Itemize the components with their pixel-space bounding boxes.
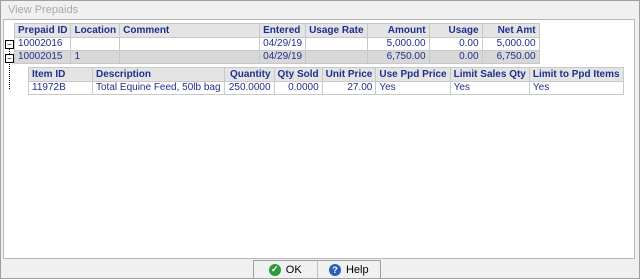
column-header-usage-rate[interactable]: Usage Rate	[305, 23, 368, 38]
cell-comment	[119, 50, 261, 64]
column-header-prepaid-id[interactable]: Prepaid ID	[13, 23, 72, 38]
column-header-quantity[interactable]: Quantity	[223, 67, 275, 82]
ok-button-label: OK	[285, 263, 302, 276]
title-bar: View Prepaids	[1, 1, 639, 19]
tree-connector	[9, 61, 10, 89]
cell-unit-price: 27.00	[321, 81, 377, 95]
table-header-row: Item ID Description Quantity Qty Sold Un…	[28, 67, 624, 82]
cell-prepaid-id: 10002015	[13, 50, 72, 64]
cell-net-amt: 6,750.00	[481, 50, 540, 64]
column-header-location[interactable]: Location	[70, 23, 121, 38]
cell-usage: 0.00	[428, 37, 483, 51]
help-button-label: Help	[345, 263, 369, 276]
cell-usage: 0.00	[428, 50, 483, 64]
expand-collapse-icon[interactable]: −	[5, 54, 14, 63]
table-row[interactable]: 10002015 1 04/29/19 6,750.00 0.00 6,750.…	[13, 50, 540, 64]
cell-qty-sold: 0.0000	[273, 81, 323, 95]
cell-limit-sales-qty: Yes	[449, 81, 530, 95]
cell-prepaid-id: 10002016	[13, 37, 72, 51]
column-header-amount[interactable]: Amount	[366, 23, 430, 38]
column-header-unit-price[interactable]: Unit Price	[321, 67, 377, 82]
cell-description: Total Equine Feed, 50lb bag	[92, 81, 225, 95]
cell-comment	[119, 37, 261, 51]
column-header-limit-to-ppd-items[interactable]: Limit to Ppd Items	[528, 67, 624, 82]
check-icon: ✓	[268, 263, 281, 276]
cell-location: 1	[70, 50, 121, 64]
prepaids-table: Prepaid ID Location Comment Entered Usag…	[13, 23, 540, 64]
cell-entered: 04/29/19	[259, 37, 307, 51]
column-header-entered[interactable]: Entered	[259, 23, 307, 38]
column-header-limit-sales-qty[interactable]: Limit Sales Qty	[449, 67, 530, 82]
cell-item-id: 11972B	[28, 81, 93, 95]
column-header-qty-sold[interactable]: Qty Sold	[273, 67, 323, 82]
prepaid-items-table: Item ID Description Quantity Qty Sold Un…	[28, 67, 624, 95]
expand-collapse-icon[interactable]: −	[5, 40, 14, 49]
column-header-usage[interactable]: Usage	[428, 23, 483, 38]
ok-button[interactable]: ✓ OK	[254, 261, 318, 278]
cell-amount: 6,750.00	[366, 50, 430, 64]
column-header-description[interactable]: Description	[92, 67, 225, 82]
table-row[interactable]: 11972B Total Equine Feed, 50lb bag 250.0…	[28, 81, 624, 95]
cell-location	[70, 37, 121, 51]
cell-amount: 5,000.00	[366, 37, 430, 51]
column-header-comment[interactable]: Comment	[119, 23, 261, 38]
column-header-item-id[interactable]: Item ID	[28, 67, 93, 82]
view-prepaids-window: View Prepaids − − Prepaid ID Location Co…	[0, 0, 640, 279]
help-button[interactable]: ? Help	[318, 261, 381, 278]
table-row[interactable]: 10002016 04/29/19 5,000.00 0.00 5,000.00	[13, 37, 540, 51]
grid-area: − − Prepaid ID Location Comment Entered …	[3, 19, 635, 259]
cell-use-ppd-price: Yes	[375, 81, 451, 95]
column-header-use-ppd-price[interactable]: Use Ppd Price	[375, 67, 451, 82]
question-icon: ?	[328, 263, 341, 276]
cell-limit-to-ppd-items: Yes	[528, 81, 624, 95]
cell-usage-rate	[305, 50, 368, 64]
cell-entered: 04/29/19	[259, 50, 307, 64]
cell-net-amt: 5,000.00	[481, 37, 540, 51]
button-bar: ✓ OK ? Help	[253, 260, 381, 279]
cell-quantity: 250.0000	[223, 81, 275, 95]
window-title: View Prepaids	[8, 4, 79, 16]
column-header-net-amt[interactable]: Net Amt	[481, 23, 540, 38]
cell-usage-rate	[305, 37, 368, 51]
table-header-row: Prepaid ID Location Comment Entered Usag…	[13, 23, 540, 38]
